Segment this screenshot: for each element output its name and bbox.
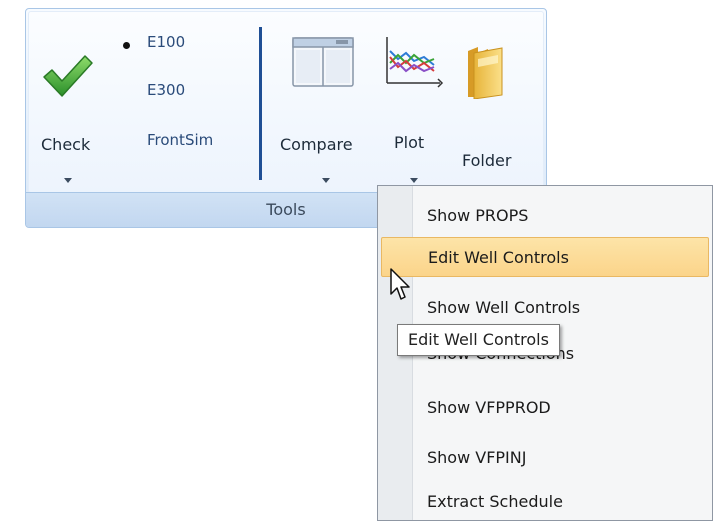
tooltip: Edit Well Controls <box>397 324 560 356</box>
compare-button[interactable]: Compare <box>278 19 374 189</box>
menu-item-extract-schedule[interactable]: Extract Schedule <box>381 482 709 521</box>
compare-window-icon <box>292 37 354 87</box>
mouse-cursor-icon <box>390 268 410 300</box>
selected-bullet <box>123 42 130 49</box>
folder-button[interactable]: Folder <box>454 19 534 189</box>
compare-dropdown-arrow[interactable] <box>322 178 330 183</box>
plot-dropdown-arrow[interactable] <box>410 178 418 183</box>
check-dropdown-arrow[interactable] <box>64 178 72 183</box>
checkmark-icon <box>43 55 93 97</box>
screen: Check E100 E300 FrontSim Compare Plot Fo… <box>0 0 715 521</box>
group-separator <box>259 27 262 180</box>
menu-item-show-props[interactable]: Show PROPS <box>381 196 709 236</box>
menu-item-show-well-controls[interactable]: Show Well Controls <box>381 288 709 328</box>
line-chart-icon <box>386 37 444 88</box>
check-button[interactable]: Check <box>36 19 116 189</box>
menu-item-show-vfpprod[interactable]: Show VFPPROD <box>381 388 709 428</box>
simulator-option-frontsim[interactable]: FrontSim <box>147 131 213 149</box>
plot-button[interactable]: Plot <box>378 19 450 189</box>
check-label: Check <box>41 135 91 154</box>
compare-label: Compare <box>280 135 353 154</box>
plot-label: Plot <box>394 133 425 152</box>
folder-label: Folder <box>462 151 512 170</box>
simulator-option-e100[interactable]: E100 <box>147 33 185 51</box>
simulator-option-e300[interactable]: E300 <box>147 81 185 99</box>
menu-item-show-vfpinj[interactable]: Show VFPINJ <box>381 438 709 478</box>
menu-item-edit-well-controls[interactable]: Edit Well Controls <box>381 237 709 277</box>
folder-icon <box>468 47 503 99</box>
